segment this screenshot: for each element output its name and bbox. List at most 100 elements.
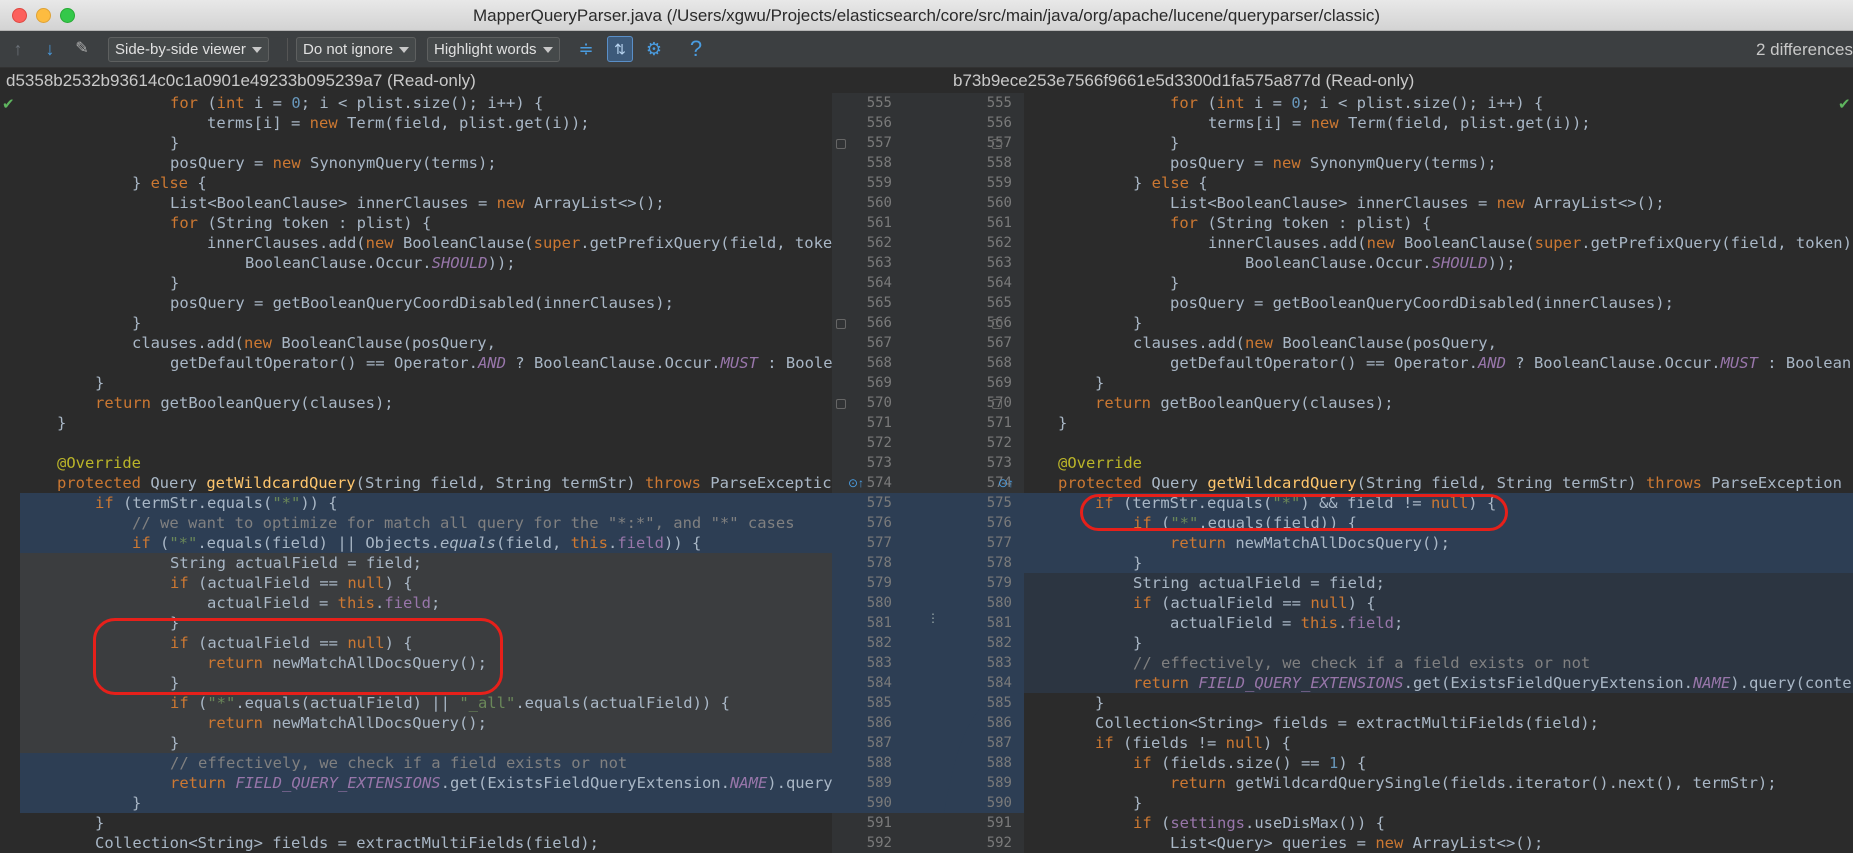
code-line: BooleanClause.Occur.SHOULD)); (245, 254, 516, 272)
line-number: 567 (986, 335, 1012, 351)
changed-line: // we want to optimize for match all que… (20, 513, 832, 533)
fold-marker[interactable] (836, 399, 846, 409)
line-number: 587 (866, 735, 892, 751)
diff-gutter: 555 556 557 558 559 560 561 562 563 564 565 566 567 5… (832, 93, 1024, 853)
code-line: } else { (1133, 174, 1208, 192)
changed-line: return FIELD_QUERY_EXTENSIONS.get(Exists… (1024, 673, 1853, 693)
changed-line: String actualField = field; (1133, 574, 1385, 592)
left-editor[interactable]: for (int i = 0; i < plist.size(); i++) {… (0, 93, 832, 853)
line-number: 591 (866, 815, 892, 831)
viewer-mode-select[interactable]: Side-by-side viewer (108, 37, 269, 62)
changed-line: return newMatchAllDocsQuery(); (1024, 533, 1853, 553)
right-panel-header: b73b9ece253e7566f9661e5d3300d1fa575a877d… (953, 71, 1415, 90)
override-marker-icon[interactable]: ⊙↑ (848, 476, 864, 490)
deleted-line: actualField = this.field; (20, 593, 832, 613)
code-line: return getWildcardQuerySingle(fields.ite… (1170, 774, 1777, 792)
line-number: 579 (866, 575, 892, 591)
line-number: 559 (986, 175, 1012, 191)
line-number: 558 (986, 155, 1012, 171)
annotation-circle-right (1080, 494, 1508, 531)
code-line: return getBooleanQuery(clauses); (1095, 394, 1394, 412)
code-line: terms[i] = new Term(field, plist.get(i))… (1208, 114, 1591, 132)
fold-marker[interactable] (992, 139, 1002, 149)
line-number: 562 (866, 235, 892, 251)
code-line: terms[i] = new Term(field, plist.get(i))… (207, 114, 590, 132)
line-number: 571 (866, 415, 892, 431)
line-number: 572 (866, 435, 892, 451)
code-line: List<BooleanClause> innerClauses = new A… (1170, 194, 1665, 212)
line-number: 563 (866, 255, 892, 271)
right-editor[interactable]: for (int i = 0; i < plist.size(); i++) {… (1024, 93, 1853, 853)
code-line: for (String token : plist) { (170, 214, 432, 232)
gear-icon[interactable]: ⚙ (644, 39, 664, 59)
changed-line: } (1024, 633, 1853, 653)
chevron-down-icon (542, 47, 553, 53)
code-line: } (1133, 314, 1143, 332)
line-number: 555 (986, 95, 1012, 111)
code-line: if (settings.useDisMax()) { (1133, 814, 1385, 832)
line-number: 561 (986, 215, 1012, 231)
arrow-down-icon[interactable]: ↓ (40, 39, 60, 59)
fold-marker[interactable] (992, 319, 1002, 329)
line-number: 583 (986, 655, 1012, 671)
line-number: 586 (866, 715, 892, 731)
line-number: 585 (866, 695, 892, 711)
line-number: 591 (986, 815, 1012, 831)
changed-line: } (20, 793, 832, 813)
deleted-line: String actualField = field; (20, 553, 832, 573)
code-line: protected Query getWildcardQuery(String … (57, 474, 832, 492)
code-line: } (1058, 414, 1068, 432)
line-number: 569 (986, 375, 1012, 391)
chevron-down-icon (399, 47, 410, 53)
line-number: 562 (986, 235, 1012, 251)
fold-marker[interactable] (836, 319, 846, 329)
arrow-up-icon[interactable]: ↑ (8, 39, 28, 59)
code-line: } (132, 314, 142, 332)
chevron-down-icon (251, 47, 262, 53)
checkmark-icon: ✔ (1838, 96, 1851, 113)
line-number: 565 (986, 295, 1012, 311)
code-line: innerClauses.add(new BooleanClause(super… (1208, 234, 1852, 252)
line-number: 580 (986, 595, 1012, 611)
line-number: 558 (866, 155, 892, 171)
code-line: for (int i = 0; i < plist.size(); i++) { (170, 94, 544, 112)
line-number: 578 (866, 555, 892, 571)
edit-source-icon[interactable]: ✎ (72, 39, 92, 59)
line-number: 588 (866, 755, 892, 771)
deleted-line: if (actualField == null) { (20, 573, 832, 593)
code-line: innerClauses.add(new BooleanClause(super… (207, 234, 832, 252)
code-line: } (57, 414, 67, 432)
code-line: } else { (132, 174, 207, 192)
code-line: if (fields != null) { (1095, 734, 1291, 752)
code-line: clauses.add(new BooleanClause(posQuery, (1133, 334, 1497, 352)
line-number: 573 (866, 455, 892, 471)
changed-line: actualField = this.field; (1024, 613, 1853, 633)
line-number: 589 (986, 775, 1012, 791)
line-number: 568 (986, 355, 1012, 371)
help-icon[interactable]: ? (686, 38, 706, 60)
code-line: getDefaultOperator() == Operator.AND ? B… (170, 354, 832, 372)
line-number: 563 (986, 255, 1012, 271)
fold-marker[interactable] (836, 139, 846, 149)
collapse-unchanged-icon[interactable]: ≑ (576, 39, 596, 59)
left-panel-header: d5358b2532b93614c0c1a0901e49233b095239a7… (6, 71, 476, 90)
code-line: Collection<String> fields = extractMulti… (1095, 714, 1599, 732)
code-line: return getBooleanQuery(clauses); (95, 394, 394, 412)
line-number: 584 (986, 675, 1012, 691)
sync-scroll-icon[interactable]: ⇅ (607, 36, 633, 62)
fold-marker[interactable] (992, 399, 1002, 409)
line-number: 572 (986, 435, 1012, 451)
code-line: for (String token : plist) { (1170, 214, 1432, 232)
drag-handle-icon[interactable]: ⋮ (927, 611, 939, 625)
highlight-mode-select[interactable]: Highlight words (427, 37, 560, 62)
changed-line: if ("*".equals(field) || Objects.equals(… (20, 533, 832, 553)
code-line: posQuery = getBooleanQueryCoordDisabled(… (1170, 294, 1674, 312)
line-number: 559 (866, 175, 892, 191)
override-marker-icon[interactable]: ⊙↑ (998, 476, 1014, 490)
changed-line: // effectively, we check if a field exis… (1024, 653, 1853, 673)
line-number: 556 (986, 115, 1012, 131)
changed-line: return FIELD_QUERY_EXTENSIONS.get(Exists… (20, 773, 832, 793)
changed-line: if (termStr.equals("*")) { (20, 493, 832, 513)
whitespace-mode-select[interactable]: Do not ignore (296, 37, 417, 62)
